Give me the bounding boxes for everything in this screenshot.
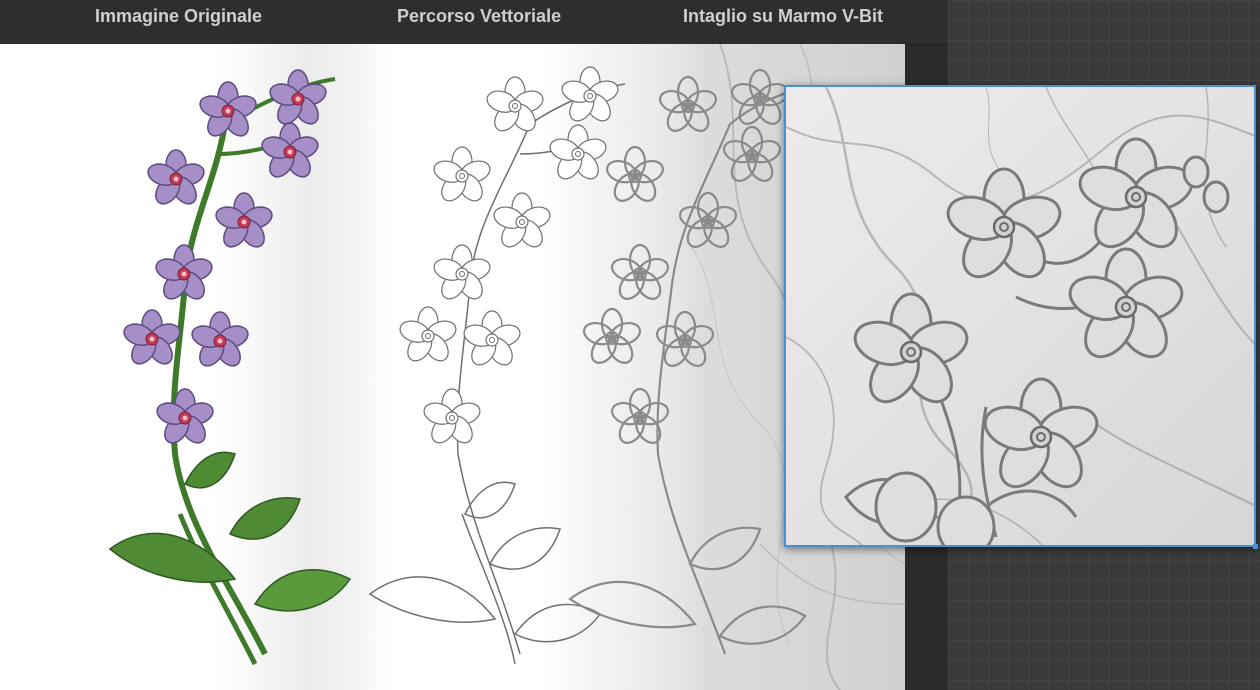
original-leaf-left: [108, 532, 237, 583]
original-flower-1: [196, 81, 260, 142]
vector-flower-3: [546, 124, 610, 184]
vector-flower-7: [396, 306, 460, 366]
original-leaf-lower: [253, 569, 352, 612]
engraved-flower-2: [728, 68, 792, 130]
original-flower-9: [153, 388, 217, 449]
original-illustration: [108, 66, 807, 666]
original-flower-5: [212, 192, 276, 253]
label-marble-engraving: Intaglio su Marmo V-Bit: [683, 6, 884, 26]
vector-flower-4: [430, 146, 494, 206]
marble-zoom-image: [786, 87, 1254, 545]
vector-flower-1: [483, 76, 547, 136]
vector-flower-9: [420, 388, 484, 448]
vector-flower-2: [558, 66, 622, 126]
engraved-flower-7: [580, 307, 644, 369]
engraved-flower-4: [603, 145, 667, 207]
engraved-flower-9: [608, 387, 672, 449]
engraved-flower-3: [720, 125, 784, 187]
preview-canvas[interactable]: [0, 44, 905, 690]
vector-flower-8: [460, 310, 524, 370]
original-leaf-right: [228, 497, 301, 540]
engraved-stems: [568, 87, 807, 655]
engraved-flower-1: [656, 75, 720, 137]
original-flower-4: [144, 149, 208, 210]
original-flower-8: [188, 311, 252, 372]
original-flower-7: [120, 309, 184, 370]
original-flower-2: [266, 69, 330, 130]
label-vector-path: Percorso Vettoriale: [397, 6, 562, 26]
original-leaf-small: [183, 451, 236, 489]
original-flower-3: [258, 122, 322, 183]
vector-flower-5: [490, 192, 554, 252]
engraved-flower-6: [608, 243, 672, 305]
label-original-image: Immagine Originale: [95, 6, 263, 26]
engraved-flower-8: [653, 310, 717, 372]
vector-flower-6: [430, 244, 494, 304]
marble-zoom-preview[interactable]: [784, 85, 1256, 547]
zoom-resize-handle[interactable]: [1253, 544, 1258, 549]
